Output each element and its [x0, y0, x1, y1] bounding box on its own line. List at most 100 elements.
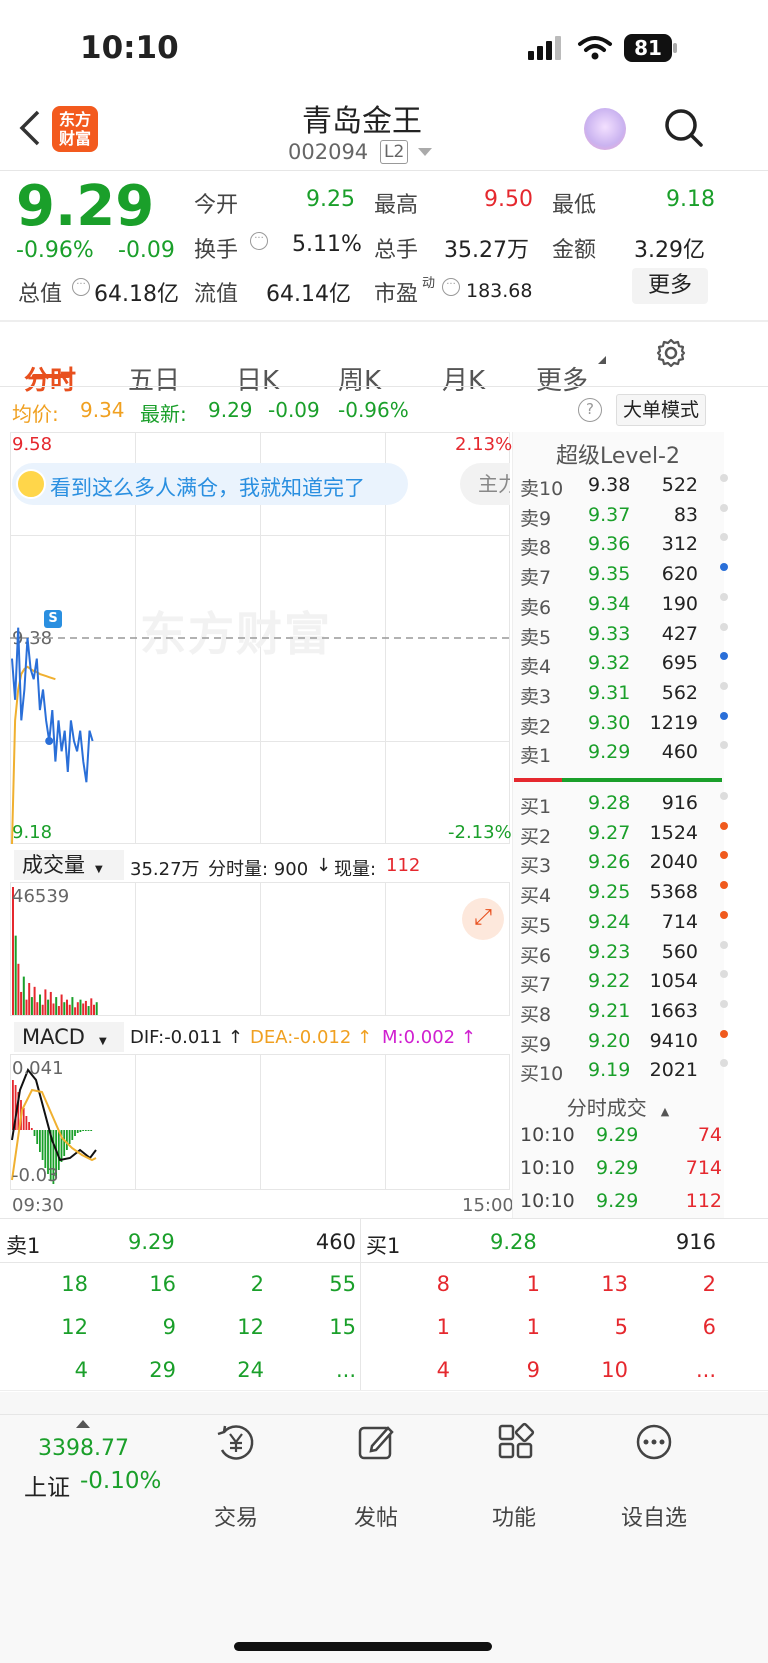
big-order-dot: [720, 711, 728, 720]
scroll-hint: [0, 1392, 768, 1414]
bid-row[interactable]: 买10 9.19 2021: [520, 1059, 732, 1090]
index-value[interactable]: 3398.77: [38, 1436, 129, 1461]
main-force-tab[interactable]: 主力: [460, 463, 510, 505]
queue-buy-label: 买1: [366, 1234, 401, 1258]
bid-label: 买2: [520, 825, 552, 848]
ask-price: 9.29: [588, 741, 631, 764]
ask-volume: 460: [661, 741, 698, 764]
ask-label: 卖5: [520, 626, 552, 649]
ask-price: 9.35: [588, 563, 631, 586]
queue-sell-cell: 2: [250, 1272, 264, 1296]
bid-row[interactable]: 买2 9.27 1524: [520, 821, 732, 853]
bid-label: 买10: [520, 1063, 564, 1086]
macd-top-label: 0.041: [12, 1058, 64, 1079]
macd-selector[interactable]: MACD ▼: [14, 1022, 124, 1052]
big-order-dot: [720, 652, 728, 661]
watchlist-more-icon[interactable]: [636, 1424, 672, 1460]
volume-selector[interactable]: 成交量 ▼: [14, 850, 124, 880]
ask-label: 卖2: [520, 715, 552, 738]
tick-volume: 112: [685, 1190, 722, 1212]
ask-row[interactable]: 卖6 9.34 190: [520, 592, 732, 624]
bid-volume: 9410: [649, 1029, 698, 1052]
queue-buy-cell: ...: [695, 1358, 716, 1382]
ask-row[interactable]: 卖3 9.31 562: [520, 681, 732, 713]
index-pct[interactable]: -0.10%: [80, 1468, 161, 1494]
macd-m: M:0.002 ↑: [382, 1027, 476, 1048]
bid-row[interactable]: 买1 9.28 916: [520, 792, 732, 823]
nav-function[interactable]: 功能: [440, 1500, 588, 1532]
volume-total: 35.27万: [130, 859, 200, 880]
bid-row[interactable]: 买3 9.26 2040: [520, 851, 732, 882]
tick-row: 10:10 9.29 714: [520, 1157, 732, 1188]
bid-price: 9.21: [588, 999, 631, 1022]
bid-volume: 5368: [649, 881, 698, 904]
ask-row[interactable]: 卖9 9.37 83: [520, 503, 732, 535]
ask-label: 卖6: [520, 596, 552, 619]
queue-sell-cell: 9: [162, 1315, 176, 1339]
big-order-dot: [720, 503, 728, 512]
volume-arrow: ↓: [316, 855, 332, 876]
big-order-dot: [720, 474, 728, 482]
bid-label: 买7: [520, 974, 552, 997]
big-order-dot: [720, 792, 728, 800]
ask-row[interactable]: 卖1 9.29 460: [520, 741, 732, 772]
bid-row[interactable]: 买7 9.22 1054: [520, 970, 732, 1001]
ask-label: 卖8: [520, 537, 552, 560]
ask-row[interactable]: 卖7 9.35 620: [520, 563, 732, 594]
big-order-dot: [720, 563, 728, 572]
queue-buy-cell: 6: [702, 1315, 716, 1339]
ask-label: 卖10: [520, 478, 564, 500]
bid-row[interactable]: 买4 9.25 5368: [520, 881, 732, 912]
ask-row[interactable]: 卖2 9.30 1219: [520, 711, 732, 743]
avg-price-line: [11, 665, 56, 845]
function-grid-icon[interactable]: [498, 1422, 535, 1460]
bid-label: 买9: [520, 1033, 552, 1056]
ask-row[interactable]: 卖5 9.33 427: [520, 622, 732, 654]
queue-buy-cell: 9: [526, 1358, 540, 1382]
ask-price: 9.37: [588, 503, 631, 526]
queue-buy-cell: 8: [436, 1272, 450, 1296]
nav-trade[interactable]: 交易: [162, 1500, 310, 1532]
bid-volume: 714: [661, 910, 698, 933]
bid-label: 买3: [520, 855, 552, 878]
big-order-dot: [720, 881, 728, 890]
bid-row[interactable]: 买9 9.20 9410: [520, 1029, 732, 1061]
big-order-dot: [720, 1029, 728, 1038]
price-line: [11, 627, 94, 783]
ask-volume: 312: [661, 533, 698, 556]
post-edit-icon[interactable]: [358, 1424, 394, 1460]
macd-dif: DIF:-0.011 ↑: [130, 1027, 244, 1048]
orderbook-title: 超级Level-2: [555, 444, 680, 469]
ask-volume: 1219: [649, 711, 698, 734]
ticks-title[interactable]: 分时成交 ▲: [512, 1092, 724, 1121]
ask-label: 卖9: [520, 507, 552, 530]
queue-buy-cell: 2: [702, 1272, 716, 1296]
big-order-dot: [720, 622, 728, 631]
bid-row[interactable]: 买5 9.24 714: [520, 910, 732, 942]
ask-price: 9.34: [588, 592, 631, 615]
queue-sell-cell: 15: [329, 1315, 356, 1339]
trade-yen-icon[interactable]: [216, 1424, 256, 1460]
bid-price: 9.27: [588, 821, 631, 844]
bid-volume: 1054: [649, 970, 698, 993]
queue-buy-cell: 13: [601, 1272, 628, 1296]
nav-add-watchlist[interactable]: 设自选: [580, 1500, 728, 1532]
ask-label: 卖4: [520, 656, 552, 679]
tick-price: 9.29: [596, 1190, 639, 1212]
ask-row[interactable]: 卖10 9.38 522: [520, 474, 732, 505]
banner-text[interactable]: 看到这么多人满仓，我就知道完了: [50, 472, 365, 502]
ask-price: 9.38: [588, 474, 631, 496]
sell-signal-badge[interactable]: S: [44, 610, 62, 628]
bid-row[interactable]: 买6 9.23 560: [520, 940, 732, 972]
nav-post[interactable]: 发帖: [302, 1500, 450, 1532]
bid-price: 9.23: [588, 940, 631, 963]
index-name[interactable]: 上证: [24, 1468, 70, 1502]
expand-up-icon[interactable]: [76, 1420, 90, 1428]
expand-icon[interactable]: ⤢: [462, 898, 504, 940]
ask-row[interactable]: 卖4 9.32 695: [520, 652, 732, 683]
tick-volume: 74: [697, 1124, 722, 1146]
ask-price: 9.32: [588, 652, 631, 675]
time-start-label: 09:30: [12, 1195, 64, 1216]
ask-row[interactable]: 卖8 9.36 312: [520, 533, 732, 564]
bid-row[interactable]: 买8 9.21 1663: [520, 999, 732, 1031]
